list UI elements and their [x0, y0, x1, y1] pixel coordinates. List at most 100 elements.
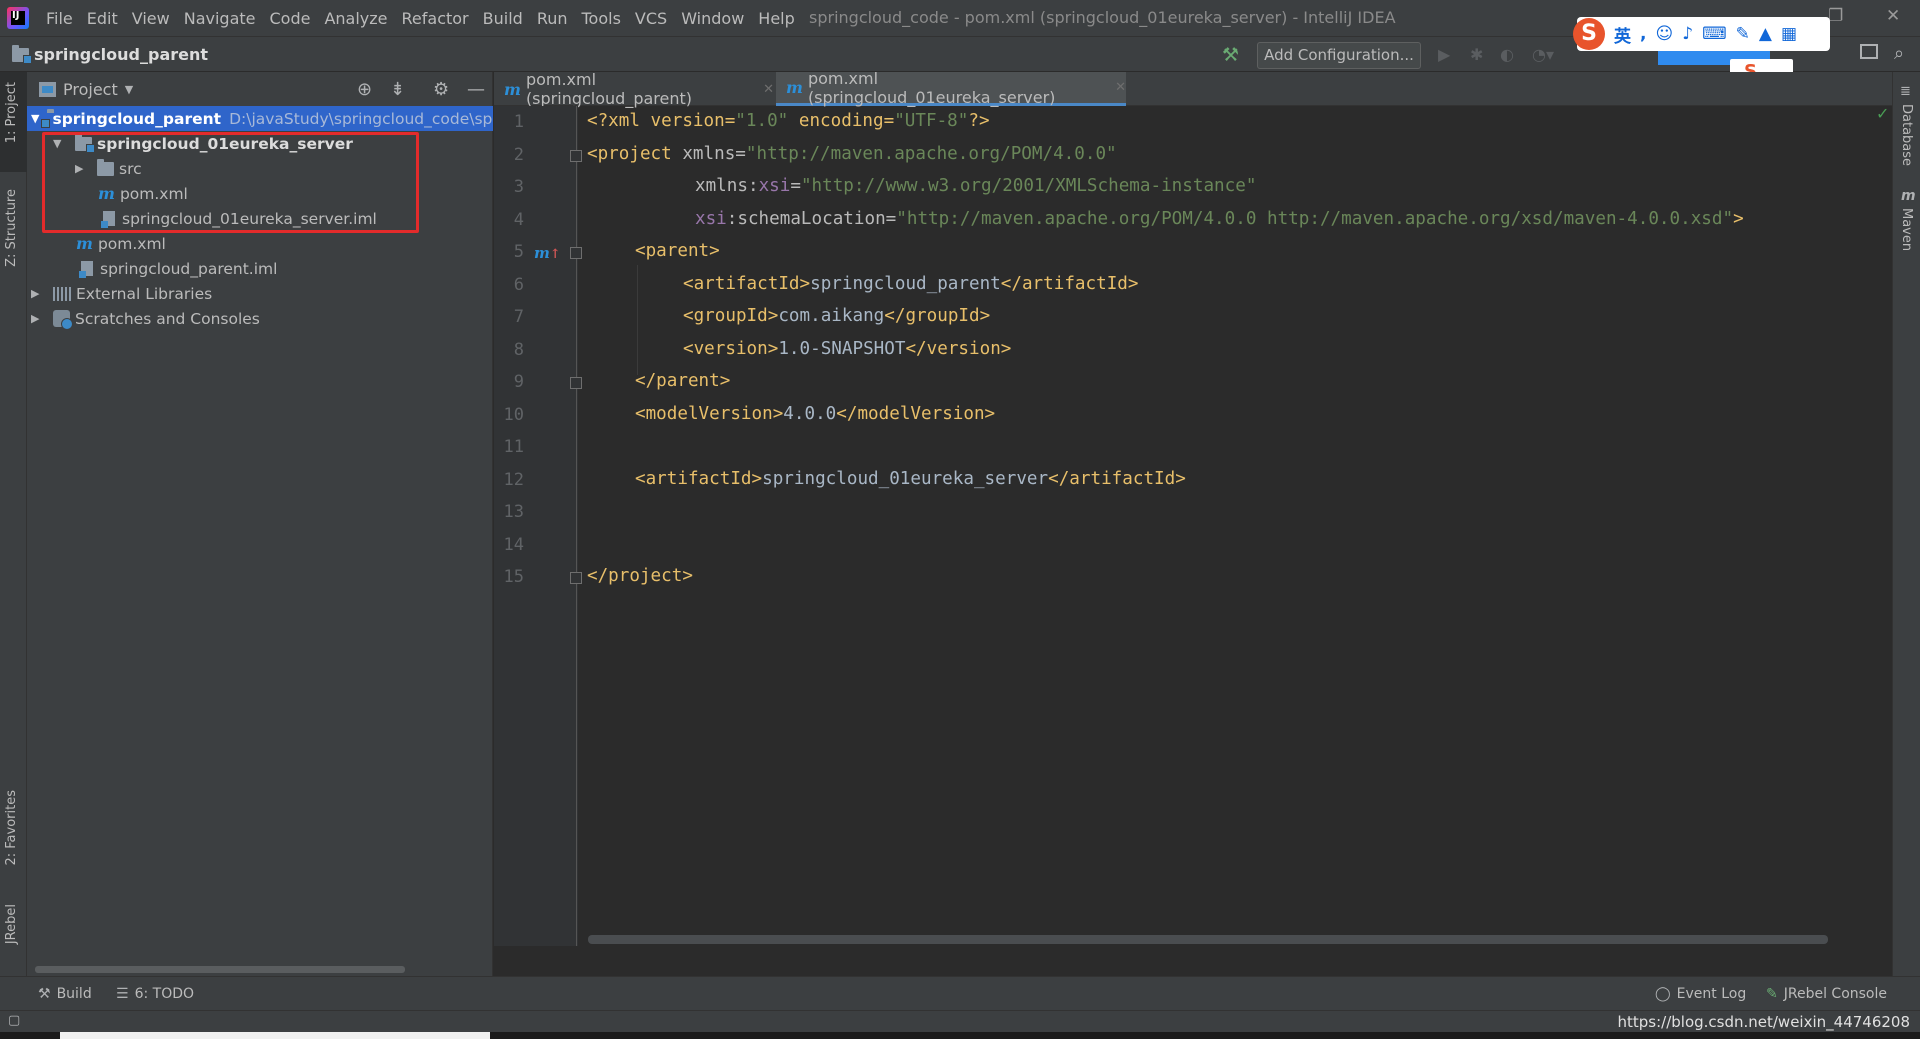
fold-marker-icon[interactable]: [570, 247, 582, 259]
code-line-4[interactable]: xsi:schemaLocation="http://maven.apache.…: [587, 209, 1744, 229]
menu-refactor[interactable]: Refactor: [402, 9, 469, 28]
menu-view[interactable]: View: [132, 9, 170, 28]
search-everywhere-icon[interactable]: ⌕: [1894, 43, 1904, 64]
tree-item-parent-iml[interactable]: springcloud_parent.iml: [27, 256, 493, 281]
editor-horizontal-scrollbar[interactable]: [588, 935, 1828, 944]
tool-project[interactable]: 1: Project: [4, 82, 19, 143]
database-icon: ≣: [1900, 84, 1911, 99]
window-title: springcloud_code - pom.xml (springcloud_…: [809, 8, 1396, 27]
inspection-ok-icon[interactable]: ✓: [1876, 104, 1889, 123]
menu-window[interactable]: Window: [681, 9, 744, 28]
chevron-down-icon[interactable]: ▼: [125, 83, 133, 96]
code-line-8[interactable]: <version>1.0-SNAPSHOT</version>: [587, 339, 1011, 359]
code-line-10[interactable]: <modelVersion>4.0.0</modelVersion>: [587, 404, 995, 424]
punctuation-icon[interactable]: ,: [1640, 24, 1646, 44]
hide-panel-icon[interactable]: —: [467, 79, 485, 100]
close-window-icon[interactable]: ✕: [1886, 6, 1900, 26]
tools-icon[interactable]: ✎: [1736, 24, 1750, 44]
line-number: 14: [503, 535, 524, 555]
debug-icon[interactable]: ✱: [1470, 45, 1483, 64]
collapse-all-icon[interactable]: ⇟: [390, 79, 405, 100]
menu-analyze[interactable]: Analyze: [324, 9, 387, 28]
tab-parent-pom[interactable]: m pom.xml (springcloud_parent) ✕: [494, 70, 774, 108]
expand-arrow-icon[interactable]: ▼: [31, 112, 39, 125]
tool-todo[interactable]: ☰ 6: TODO: [116, 986, 194, 1002]
tree-item-external-libraries[interactable]: ▶ External Libraries: [27, 281, 493, 306]
close-tab-icon[interactable]: ✕: [763, 82, 774, 97]
layout-icon[interactable]: [1860, 44, 1878, 59]
ime-toolbar[interactable]: S 英 , ☺ ♪ ⌨ ✎ ▲ ▦: [1573, 17, 1830, 51]
line-number: 11: [503, 437, 524, 457]
line-number: 2: [513, 145, 524, 165]
fold-marker-icon[interactable]: [570, 377, 582, 389]
project-view-selector[interactable]: Project: [63, 80, 118, 99]
tree-item-springcloud-parent[interactable]: ▼ springcloud_parent D:\javaStudy\spring…: [27, 106, 493, 131]
restore-window-icon[interactable]: ❐: [1828, 6, 1843, 26]
project-horizontal-scrollbar[interactable]: [35, 966, 405, 973]
grid-menu-icon[interactable]: ▦: [1781, 24, 1797, 44]
maven-file-icon: m: [786, 78, 803, 97]
run-icon[interactable]: ▶: [1438, 45, 1450, 64]
tool-database[interactable]: Database: [1899, 104, 1914, 166]
add-configuration-button[interactable]: Add Configuration...: [1257, 42, 1421, 69]
keyboard-icon[interactable]: ⌨: [1702, 24, 1727, 44]
tool-jrebel[interactable]: JRebel: [4, 904, 19, 944]
tool-build[interactable]: ⚒ Build: [38, 986, 92, 1002]
tree-item-parent-pom[interactable]: m pom.xml: [27, 231, 493, 256]
code-line-7[interactable]: <groupId>com.aikang</groupId>: [587, 306, 990, 326]
tool-window-toggle-icon[interactable]: ▢: [8, 1013, 20, 1028]
code-line-3[interactable]: xmlns:xsi="http://www.w3.org/2001/XMLSch…: [587, 176, 1256, 196]
breadcrumb[interactable]: springcloud_parent: [12, 44, 208, 64]
menu-code[interactable]: Code: [270, 9, 311, 28]
fold-marker-icon[interactable]: [570, 572, 582, 584]
profile-icon[interactable]: ◔▾: [1532, 45, 1554, 64]
line-number: 9: [513, 372, 524, 392]
code-line-2[interactable]: <project xmlns="http://maven.apache.org/…: [587, 144, 1117, 164]
tree-item-label: External Libraries: [76, 284, 213, 303]
line-number: 13: [503, 502, 524, 522]
tree-item-scratches[interactable]: ▶ Scratches and Consoles: [27, 306, 493, 331]
expand-arrow-icon[interactable]: ▶: [31, 312, 45, 325]
hammer-icon: ⚒: [38, 986, 51, 1002]
maven-parent-marker-icon[interactable]: m↑: [534, 244, 561, 262]
menu-vcs[interactable]: VCS: [635, 9, 667, 28]
line-number: 7: [513, 307, 524, 327]
menu-run[interactable]: Run: [537, 9, 568, 28]
taskbar-active-window[interactable]: [60, 1032, 490, 1039]
menu-build[interactable]: Build: [483, 9, 523, 28]
left-tool-stripe: 1: Project Z: Structure 2: Favorites JRe…: [0, 72, 27, 976]
gear-icon[interactable]: ⚙: [433, 79, 449, 100]
breadcrumb-project[interactable]: springcloud_parent: [34, 45, 208, 64]
tool-maven[interactable]: Maven: [1899, 208, 1914, 251]
menu-edit[interactable]: Edit: [87, 9, 118, 28]
microphone-icon[interactable]: ♪: [1682, 24, 1693, 44]
gutter-separator: [576, 106, 577, 946]
tool-favorites[interactable]: 2: Favorites: [4, 790, 19, 866]
tool-event-log[interactable]: ◯ Event Log: [1655, 986, 1746, 1002]
emoji-icon[interactable]: ☺: [1655, 24, 1673, 44]
menu-navigate[interactable]: Navigate: [184, 9, 256, 28]
coverage-icon[interactable]: ◐: [1500, 45, 1514, 64]
locate-target-icon[interactable]: ⊕: [357, 79, 372, 100]
skin-icon[interactable]: ▲: [1759, 24, 1772, 44]
build-hammer-icon[interactable]: ⚒: [1222, 44, 1239, 66]
tool-jrebel-console[interactable]: ✎ JRebel Console: [1766, 986, 1887, 1002]
code-line-6[interactable]: <artifactId>springcloud_parent</artifact…: [587, 274, 1138, 294]
expand-arrow-icon[interactable]: ▶: [31, 287, 45, 300]
scratches-icon: [53, 310, 73, 330]
code-line-5[interactable]: <parent>: [587, 241, 720, 261]
tab-eureka-pom[interactable]: m pom.xml (springcloud_01eureka_server) …: [776, 69, 1126, 107]
right-tool-stripe: ≣ Database m Maven: [1892, 72, 1920, 976]
project-panel-header: Project ▼ ⊕ ⇟ ⚙ —: [27, 72, 493, 106]
code-line-1[interactable]: <?xml version="1.0" encoding="UTF-8"?>: [587, 111, 990, 131]
code-line-12[interactable]: <artifactId>springcloud_01eureka_server<…: [587, 469, 1186, 489]
menu-help[interactable]: Help: [758, 9, 794, 28]
menu-tools[interactable]: Tools: [582, 9, 621, 28]
code-line-15[interactable]: </project>: [587, 566, 693, 586]
fold-marker-icon[interactable]: [570, 150, 582, 162]
close-tab-icon[interactable]: ✕: [1115, 80, 1126, 95]
tool-structure[interactable]: Z: Structure: [4, 189, 19, 267]
menu-file[interactable]: File: [46, 9, 73, 28]
ime-language-toggle[interactable]: 英: [1614, 22, 1631, 47]
code-line-9[interactable]: </parent>: [587, 371, 730, 391]
